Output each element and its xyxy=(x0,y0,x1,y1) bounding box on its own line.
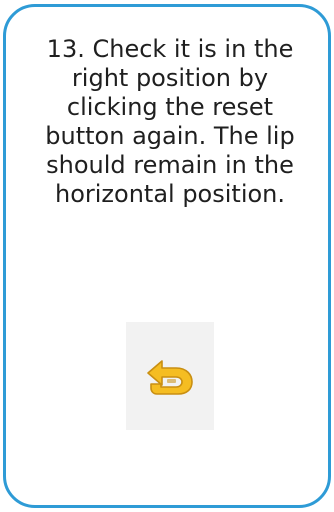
reset-arrow-icon xyxy=(147,360,193,395)
instruction-card: 13. Check it is in the right position by… xyxy=(3,4,331,508)
instruction-text: 13. Check it is in the right position by… xyxy=(45,35,295,208)
reset-button-illustration xyxy=(126,322,214,430)
